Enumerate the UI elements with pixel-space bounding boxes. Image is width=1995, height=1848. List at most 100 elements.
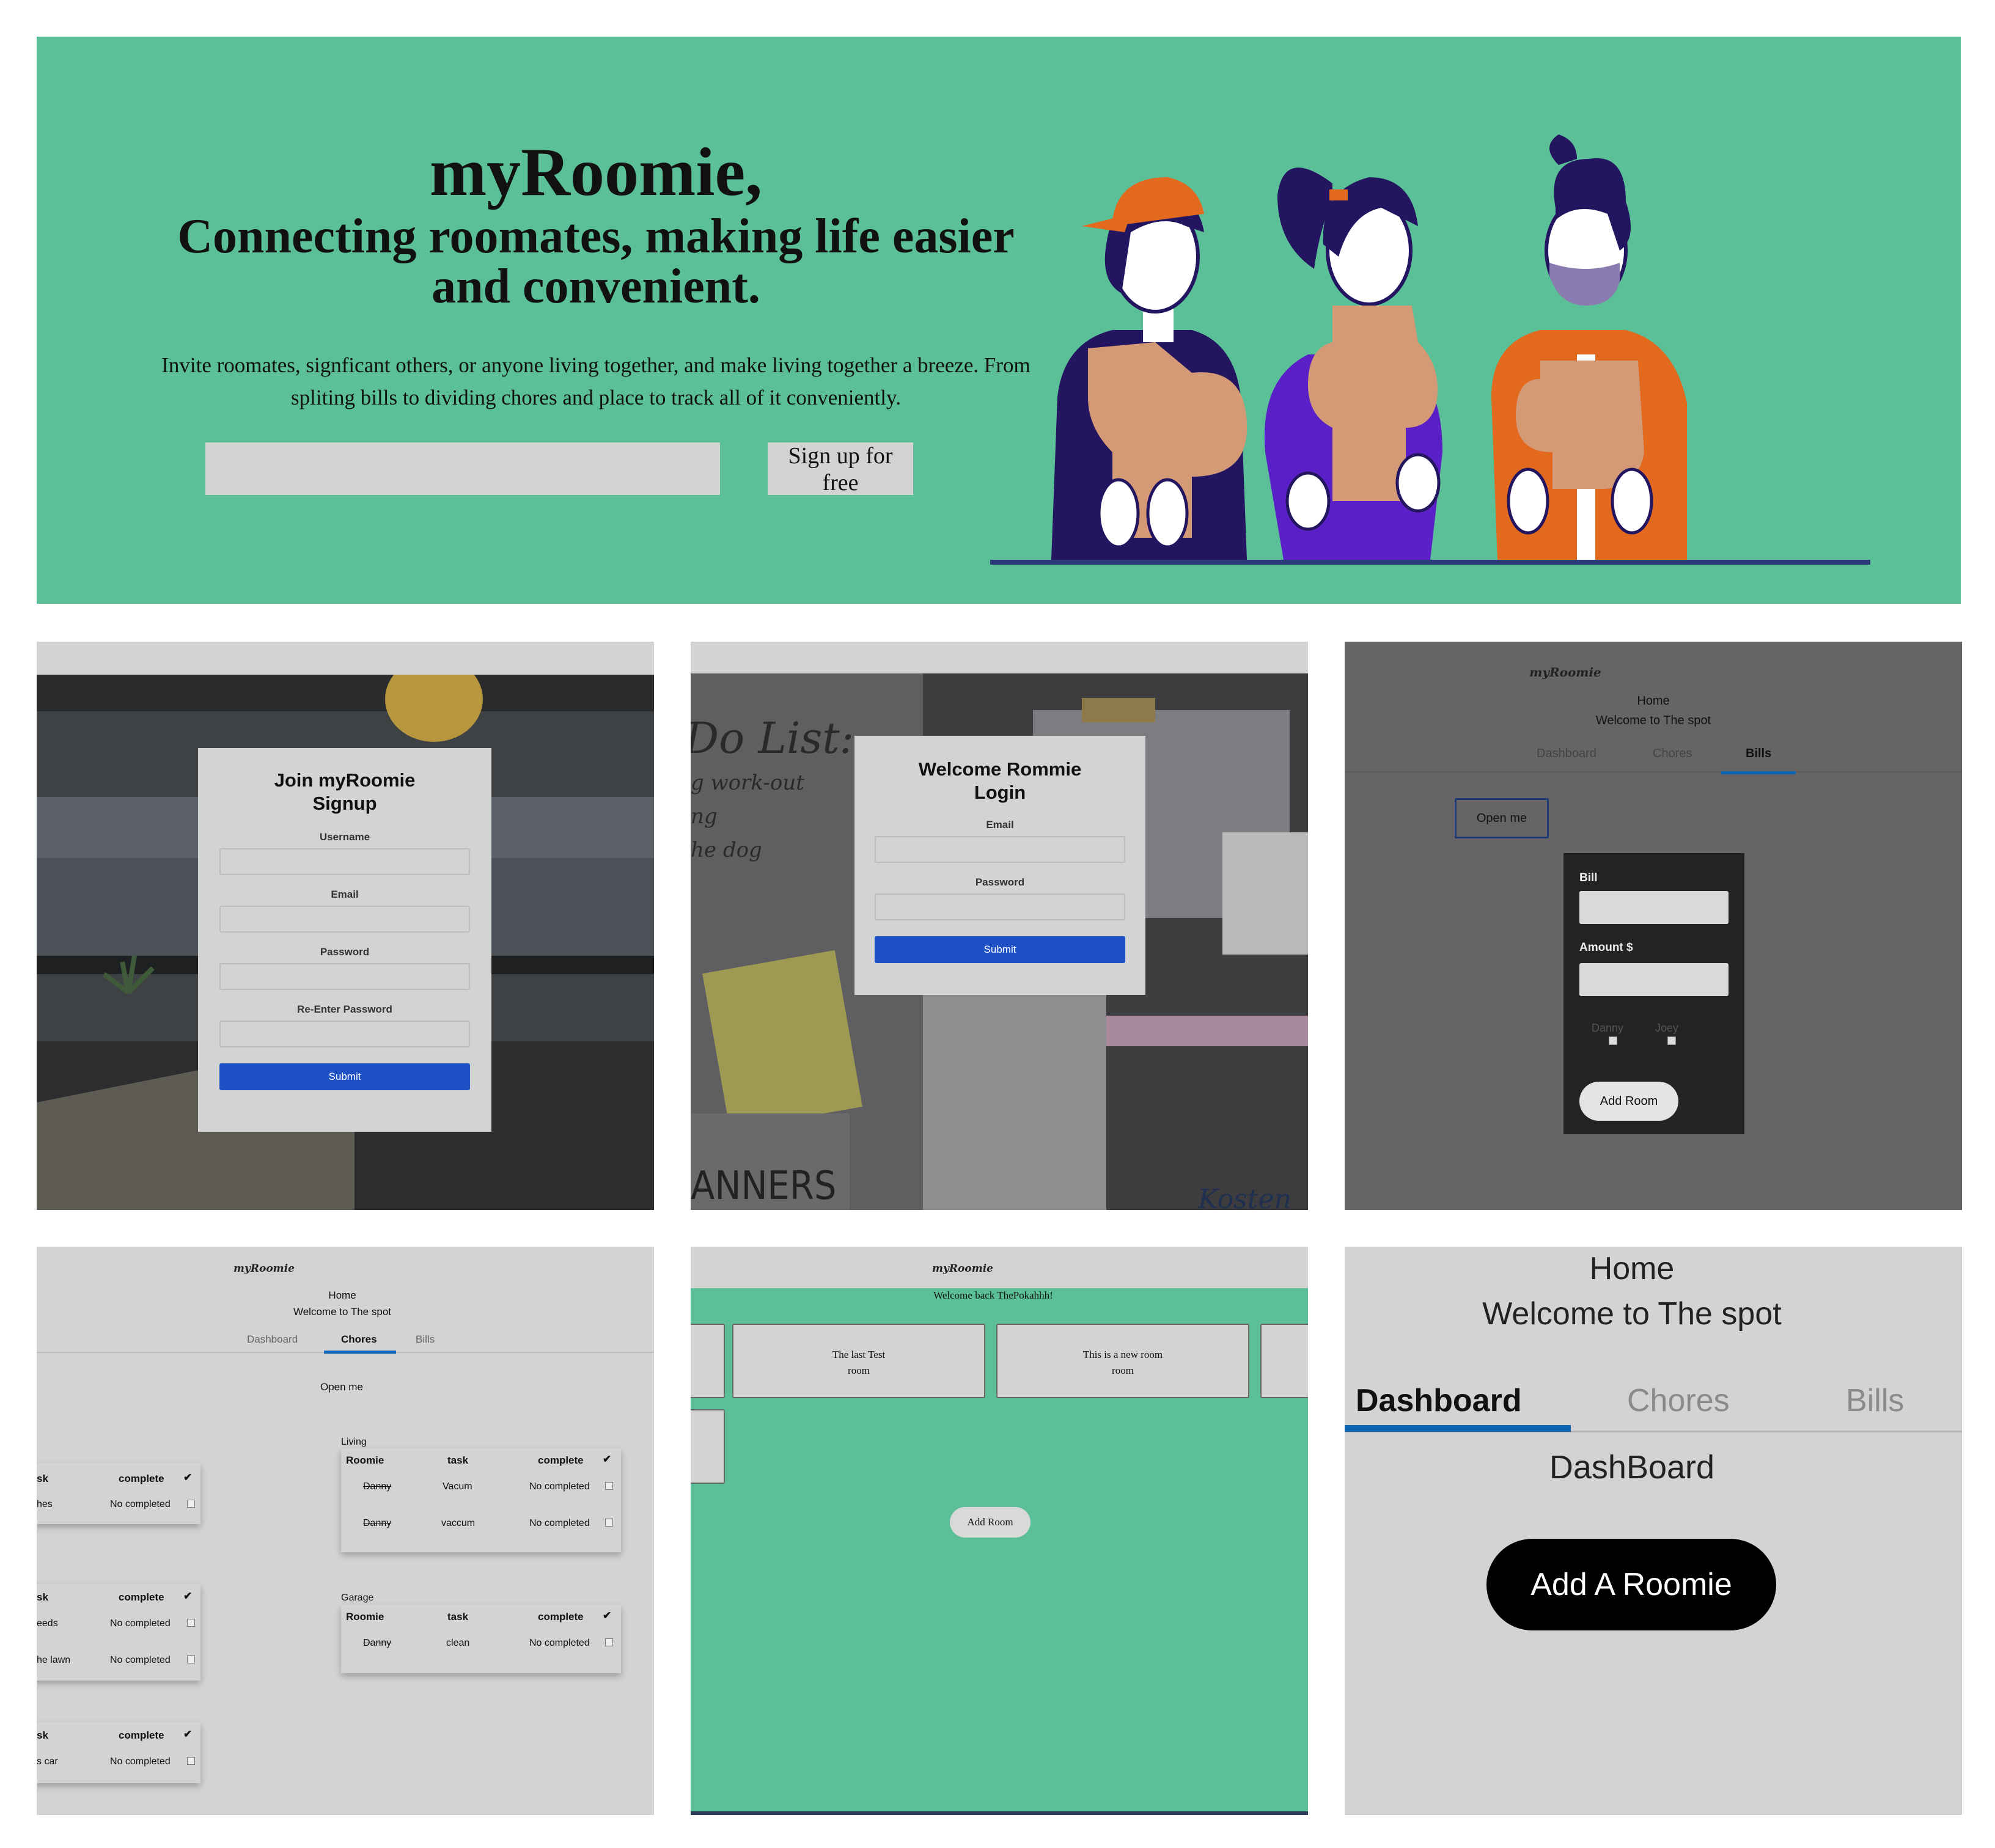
app-logo[interactable]: myRoomie [233,1263,295,1275]
header-check: ✔ [183,1728,193,1740]
login-heading: Welcome Rommie Login [854,758,1145,804]
rooms-screen: myRoomie Welcome back ThePokahhh! The la… [691,1247,1308,1815]
dashboard-screen: Home Welcome to The spot Dashboard Chore… [1345,1247,1962,1815]
room-card[interactable]: This is a new room room [996,1324,1249,1398]
bill-input[interactable] [1579,891,1729,924]
complete-checkbox[interactable] [605,1482,613,1490]
bill-modal: Bill Amount $ Danny Joey Add Room [1563,853,1744,1134]
status-cell: No completed [529,1638,590,1648]
signup-screen: Join myRoomie Signup Username Email Pass… [37,642,654,1210]
roomie-joey-checkbox[interactable] [1667,1036,1676,1045]
room-card[interactable]: The last Test room [732,1324,985,1398]
password-field[interactable] [219,963,470,990]
roomie-cell: Danny [363,1638,392,1648]
add-room-button[interactable]: Add Room [950,1507,1031,1538]
room-name: Garage [341,1593,374,1603]
hero-banner: myRoomie, Connecting roomates, making li… [37,37,1961,604]
page-title: Home [328,1289,356,1301]
complete-checkbox[interactable] [187,1757,195,1765]
login-screen: Do List: g work-out ng he dog ANNERS Kos… [691,642,1308,1210]
amount-label: Amount $ [1579,941,1633,954]
room-card-title: The last Test room [832,1349,886,1376]
login-heading-line2: Login [974,781,1026,803]
task-cell: Vacum [443,1481,472,1492]
email-input[interactable] [205,442,720,495]
person-3-illustration [1491,134,1687,560]
chores-screen: myRoomie Home Welcome to The spot Dashbo… [37,1247,654,1815]
add-room-button[interactable]: Add Room [1579,1082,1678,1121]
app-logo[interactable]: myRoomie [691,1263,1308,1275]
task-cell: eeds [37,1618,58,1629]
welcome-text: Welcome to The spot [1482,1296,1782,1332]
status-cell: No completed [110,1499,171,1509]
complete-checkbox[interactable] [187,1619,195,1627]
tab-chores[interactable]: Chores [341,1333,377,1346]
bottom-divider [691,1811,1308,1815]
tab-bills[interactable]: Bills [416,1333,435,1346]
bill-label: Bill [1579,871,1598,884]
complete-checkbox[interactable] [605,1519,613,1527]
ground-line [990,560,1870,565]
roomie-danny-checkbox[interactable] [1609,1036,1617,1045]
room-card-partial-left[interactable] [691,1409,725,1484]
header-check: ✔ [183,1472,193,1483]
person-1-illustration [1051,177,1247,560]
header-task: task [447,1611,469,1623]
header-complete: complete [119,1591,164,1603]
header-task: sk [37,1729,48,1741]
signup-heading-line1: Join myRoomie [274,769,416,791]
signup-submit-button[interactable]: Submit [219,1063,470,1090]
email-label: Email [331,888,359,900]
username-field[interactable] [219,848,470,875]
add-roomie-button[interactable]: Add A Roomie [1486,1539,1776,1630]
header-check: ✔ [183,1590,193,1602]
status-cell: No completed [110,1655,171,1665]
login-email-field[interactable] [875,835,1125,863]
status-cell: No completed [110,1756,171,1767]
username-label: Username [319,831,370,843]
status-cell: No completed [529,1481,590,1492]
header-complete: complete [119,1473,164,1484]
login-password-field[interactable] [875,893,1125,920]
reenter-password-field[interactable] [219,1020,470,1047]
complete-checkbox[interactable] [187,1500,195,1508]
amount-input[interactable] [1579,963,1729,996]
tab-bar: Dashboard Chores Bills [1345,1351,1962,1432]
tab-bills[interactable]: Bills [1846,1382,1904,1419]
tab-bar: Dashboard Chores Bills [1345,742,1962,772]
header-task: task [447,1454,469,1466]
room-card-partial-right[interactable] [1260,1324,1308,1398]
status-cell: No completed [529,1518,590,1528]
login-submit-button[interactable]: Submit [875,936,1125,963]
header-roomie: Roomie [346,1611,384,1623]
login-heading-line1: Welcome Rommie [918,758,1082,780]
task-cell: vaccum [441,1518,476,1528]
complete-checkbox[interactable] [187,1656,195,1663]
tab-bills[interactable]: Bills [1746,747,1771,761]
bills-screen: myRoomie Home Welcome to The spot Dashbo… [1345,642,1962,1210]
login-email-label: Email [986,818,1014,831]
login-form-card: Welcome Rommie Login Email Password Subm… [854,736,1145,995]
open-me-button[interactable]: Open me [320,1381,363,1393]
room-card-partial-left[interactable] [691,1324,725,1398]
tab-dashboard[interactable]: Dashboard [1537,747,1596,761]
tab-chores[interactable]: Chores [1627,1382,1730,1419]
tab-chores[interactable]: Chores [1653,747,1692,761]
active-tab-indicator [1721,771,1796,774]
tab-dashboard[interactable]: Dashboard [247,1333,298,1346]
header-task: sk [37,1473,48,1484]
active-tab-indicator [1345,1425,1571,1432]
welcome-text: Welcome to The spot [293,1306,391,1318]
signup-button[interactable]: Sign up for free [768,442,913,496]
app-logo[interactable]: myRoomie [1345,665,1786,680]
open-me-button[interactable]: Open me [1455,798,1549,838]
tab-dashboard[interactable]: Dashboard [1356,1382,1522,1419]
header-task: sk [37,1591,48,1603]
room-card-title: This is a new room room [1082,1349,1163,1376]
roomie-danny-label: Danny [1592,1022,1624,1034]
complete-checkbox[interactable] [605,1638,613,1646]
login-password-label: Password [975,876,1025,888]
board-text-dog: he dog [691,838,762,862]
active-tab-indicator [324,1351,396,1354]
email-field[interactable] [219,905,470,933]
